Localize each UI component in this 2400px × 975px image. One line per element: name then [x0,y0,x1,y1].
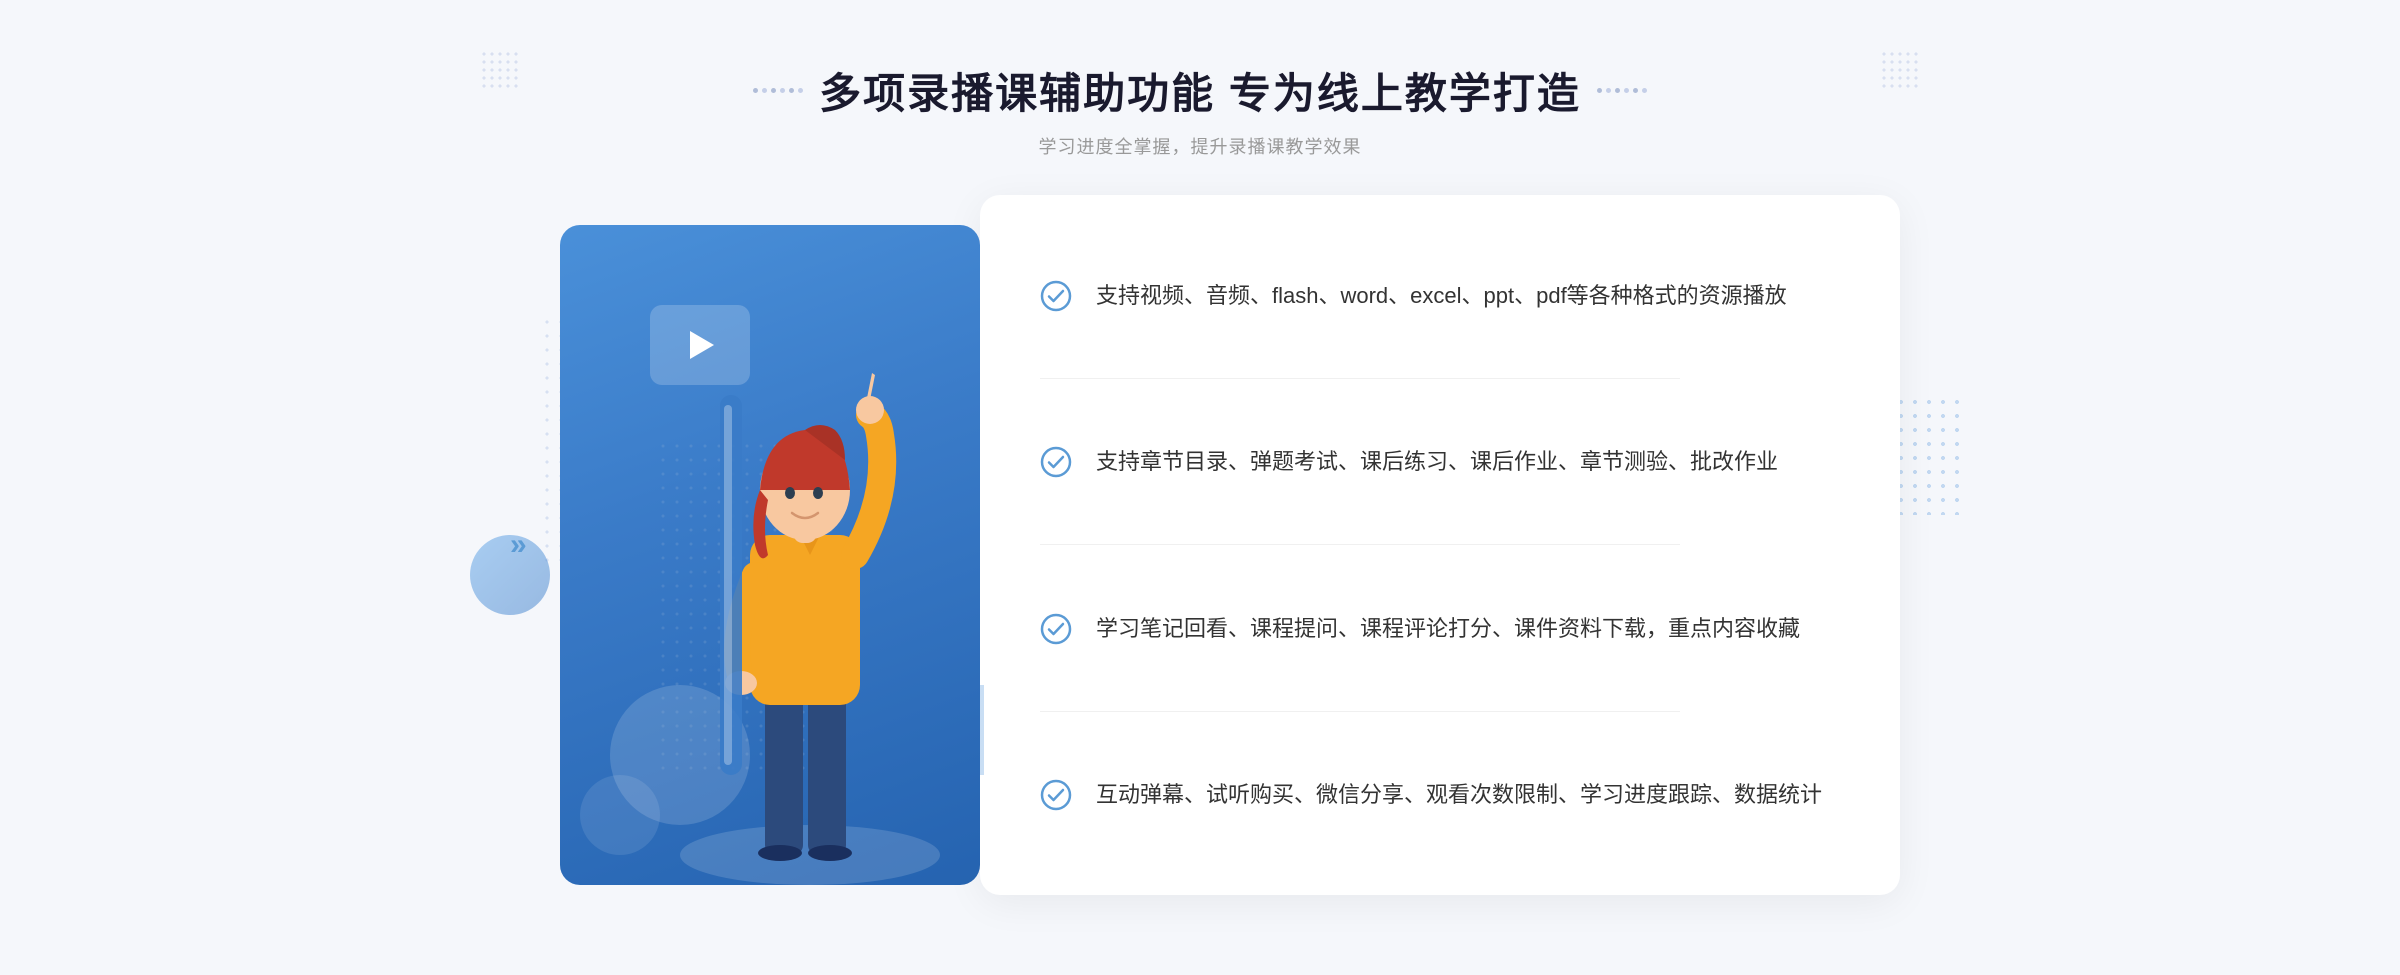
check-circle-icon-1 [1040,280,1072,312]
divider-2 [1040,544,1680,545]
divider-3 [1040,711,1680,712]
header-title-row: 多项录播课辅助功能 专为线上教学打造 [753,60,1647,121]
check-circle-icon-2 [1040,446,1072,478]
features-panel: 支持视频、音频、flash、word、excel、ppt、pdf等各种格式的资源… [980,195,1900,895]
feature-text-4: 互动弹幕、试听购买、微信分享、观看次数限制、学习进度跟踪、数据统计 [1096,777,1822,812]
main-title: 多项录播课辅助功能 专为线上教学打造 [819,60,1581,121]
feature-text-2: 支持章节目录、弹题考试、课后练习、课后作业、章节测验、批改作业 [1096,444,1778,479]
feature-item-2: 支持章节目录、弹题考试、课后练习、课后作业、章节测验、批改作业 [1040,424,1840,499]
title-dots-left [753,88,803,93]
left-arrows-deco: » [510,528,527,562]
header-section: 多项录播课辅助功能 专为线上教学打造 学习进度全掌握，提升录播课教学效果 [753,60,1647,159]
illustration-section [500,195,1020,895]
feature-item-3: 学习笔记回看、课程提问、课程评论打分、课件资料下载，重点内容收藏 [1040,591,1840,666]
check-circle-icon-4 [1040,779,1072,811]
title-dots-right [1597,88,1647,93]
page-wrapper: 多项录播课辅助功能 专为线上教学打造 学习进度全掌握，提升录播课教学效果 » [0,0,2400,975]
feature-text-3: 学习笔记回看、课程提问、课程评论打分、课件资料下载，重点内容收藏 [1096,611,1800,646]
divider-1 [1040,378,1680,379]
sub-title: 学习进度全掌握，提升录播课教学效果 [753,133,1647,159]
check-circle-icon-3 [1040,613,1072,645]
deco-circle-small [580,775,660,855]
feature-text-1: 支持视频、音频、flash、word、excel、ppt、pdf等各种格式的资源… [1096,278,1787,313]
feature-item-4: 互动弹幕、试听购买、微信分享、观看次数限制、学习进度跟踪、数据统计 [1040,757,1840,832]
feature-item-1: 支持视频、音频、flash、word、excel、ppt、pdf等各种格式的资源… [1040,258,1840,333]
figure-container [660,275,960,895]
content-area: » [500,195,1900,895]
